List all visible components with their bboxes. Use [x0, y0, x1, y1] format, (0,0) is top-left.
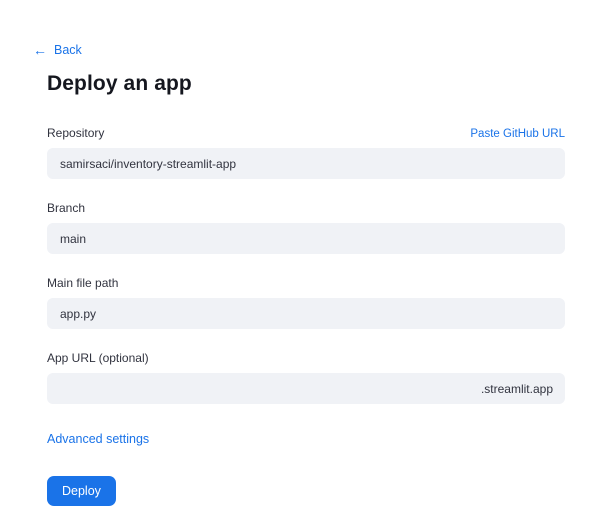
app-url-label-row: App URL (optional) [47, 351, 565, 365]
app-url-label: App URL (optional) [47, 351, 149, 365]
repository-field: Repository Paste GitHub URL [47, 126, 565, 179]
deploy-app-page: ← Back Deploy an app Repository Paste Gi… [0, 0, 600, 506]
main-file-path-label-row: Main file path [47, 276, 565, 290]
branch-label-row: Branch [47, 201, 565, 215]
deploy-button[interactable]: Deploy [47, 476, 116, 506]
main-file-path-label: Main file path [47, 276, 119, 290]
main-file-path-input[interactable] [47, 298, 565, 329]
app-url-suffix: .streamlit.app [480, 381, 553, 396]
arrow-left-icon: ← [33, 42, 47, 58]
repository-label: Repository [47, 126, 105, 140]
back-label: Back [54, 43, 82, 57]
app-url-field: App URL (optional) .streamlit.app [47, 351, 565, 404]
branch-label: Branch [47, 201, 86, 215]
branch-field: Branch [47, 201, 565, 254]
app-url-input[interactable] [59, 381, 481, 396]
app-url-input-wrap: .streamlit.app [47, 373, 565, 404]
repository-label-row: Repository Paste GitHub URL [47, 126, 565, 140]
back-link[interactable]: ← Back [33, 43, 82, 57]
branch-input[interactable] [47, 223, 565, 254]
repository-input[interactable] [47, 148, 565, 179]
page-title: Deploy an app [47, 72, 192, 95]
advanced-settings-link[interactable]: Advanced settings [47, 432, 149, 446]
main-file-path-field: Main file path [47, 276, 565, 329]
paste-github-url-link[interactable]: Paste GitHub URL [470, 128, 565, 140]
